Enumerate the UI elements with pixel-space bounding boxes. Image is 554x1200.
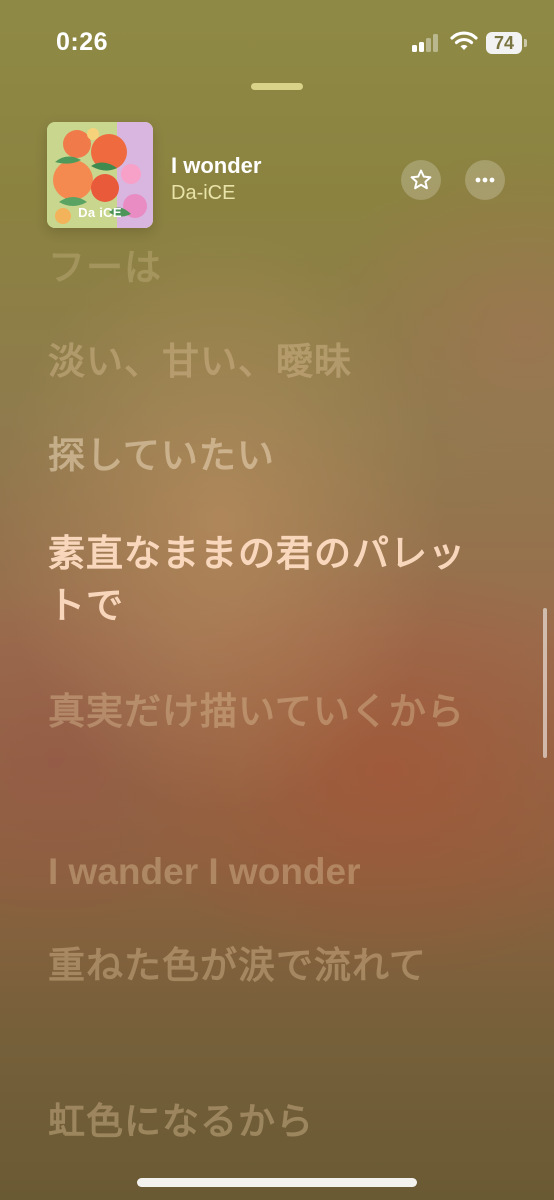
track-title[interactable]: I wonder	[171, 153, 261, 179]
lyric-line[interactable]: I wander I wonder	[48, 846, 488, 898]
ellipsis-icon	[475, 177, 495, 183]
lyric-line-current[interactable]: 素直なままの君のパレットで	[48, 528, 488, 632]
lyric-line[interactable]: 探していたい	[48, 430, 488, 482]
battery-icon: 74	[486, 32, 522, 54]
lyric-line[interactable]: 重ねた色が涙で流れて	[48, 940, 488, 992]
artwork-logo-text: Da iCE	[78, 205, 122, 220]
lyric-line[interactable]: フーは	[48, 242, 488, 294]
lyric-line[interactable]: 真実だけ描いていくから	[48, 686, 488, 738]
star-icon	[410, 169, 432, 190]
scrollbar-thumb[interactable]	[543, 608, 547, 758]
sheet-grabber[interactable]	[251, 83, 303, 90]
track-artist[interactable]: Da-iCE	[171, 182, 235, 205]
cellular-signal-icon	[412, 34, 440, 52]
album-artwork[interactable]: Da iCE	[47, 122, 153, 228]
lyric-line[interactable]: 淡い、甘い、曖昧	[48, 336, 488, 388]
wifi-icon	[450, 30, 478, 52]
battery-cap	[524, 39, 527, 47]
status-time: 0:26	[56, 28, 109, 56]
favorite-button[interactable]	[401, 160, 441, 200]
home-indicator[interactable]	[137, 1178, 417, 1187]
now-playing-header: Da iCE I wonder Da-iCE	[0, 118, 554, 233]
status-bar: 0:26 74	[0, 0, 554, 90]
lyric-line[interactable]: 虹色になるから	[48, 1096, 488, 1148]
more-options-button[interactable]	[465, 160, 505, 200]
